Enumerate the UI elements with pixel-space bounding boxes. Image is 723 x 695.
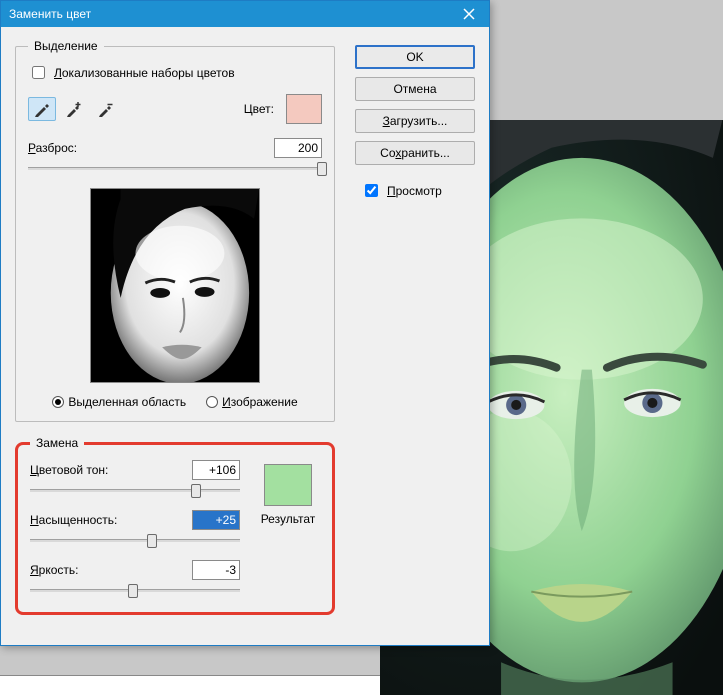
preview-label: Просмотр bbox=[387, 184, 442, 198]
radio-icon bbox=[206, 396, 218, 408]
localized-clusters-label: ЛЛокализованные наборы цветовокализованн… bbox=[54, 66, 235, 80]
selection-legend: Выделение bbox=[28, 39, 104, 53]
localized-clusters-checkbox[interactable]: ЛЛокализованные наборы цветовокализованн… bbox=[28, 63, 322, 82]
eyedropper-icon bbox=[33, 100, 51, 118]
radio-icon bbox=[52, 396, 64, 408]
close-icon bbox=[463, 8, 475, 20]
preview-checkbox[interactable]: Просмотр bbox=[355, 181, 475, 200]
color-label: Цвет: bbox=[244, 102, 274, 116]
fuzziness-input[interactable] bbox=[274, 138, 322, 158]
saturation-label: Насыщенность: bbox=[30, 513, 117, 527]
saturation-slider[interactable] bbox=[30, 532, 240, 550]
replacement-group: Замена Цветовой тон: bbox=[15, 436, 335, 615]
slider-thumb[interactable] bbox=[128, 584, 138, 598]
selection-preview bbox=[90, 188, 260, 383]
lightness-slider[interactable] bbox=[30, 582, 240, 600]
radio-image[interactable]: Изображение bbox=[206, 395, 298, 409]
hue-label: Цветовой тон: bbox=[30, 463, 108, 477]
replacement-legend: Замена bbox=[30, 436, 84, 450]
close-button[interactable] bbox=[449, 1, 489, 27]
hue-input[interactable] bbox=[192, 460, 240, 480]
fuzziness-slider[interactable] bbox=[28, 160, 322, 178]
lightness-input[interactable] bbox=[192, 560, 240, 580]
replace-color-dialog: Заменить цвет Выделение ЛЛокализованные … bbox=[0, 0, 490, 646]
localized-clusters-input[interactable] bbox=[32, 66, 45, 79]
ok-button[interactable]: OK bbox=[355, 45, 475, 69]
load-button[interactable]: Загрузить... bbox=[355, 109, 475, 133]
slider-thumb[interactable] bbox=[317, 162, 327, 176]
dialog-title: Заменить цвет bbox=[9, 7, 91, 21]
cancel-label: Отмена bbox=[393, 82, 436, 96]
lightness-label: Яркость: bbox=[30, 563, 79, 577]
cancel-button[interactable]: Отмена bbox=[355, 77, 475, 101]
radio-image-label: Изображение bbox=[222, 395, 298, 409]
eyedropper-subtract-tool[interactable] bbox=[92, 97, 120, 121]
slider-thumb[interactable] bbox=[147, 534, 157, 548]
preview-checkbox-input[interactable] bbox=[365, 184, 378, 197]
saturation-input[interactable] bbox=[192, 510, 240, 530]
eyedropper-tool[interactable] bbox=[28, 97, 56, 121]
load-label: Загрузить... bbox=[383, 114, 448, 128]
color-swatch[interactable] bbox=[286, 94, 322, 124]
ruler bbox=[0, 675, 380, 695]
titlebar[interactable]: Заменить цвет bbox=[1, 1, 489, 27]
eyedropper-add-tool[interactable] bbox=[60, 97, 88, 121]
radio-selection-label: Выделенная область bbox=[68, 395, 186, 409]
save-button[interactable]: Сохранить... bbox=[355, 141, 475, 165]
hue-slider[interactable] bbox=[30, 482, 240, 500]
selection-group: Выделение ЛЛокализованные наборы цветово… bbox=[15, 39, 335, 422]
slider-thumb[interactable] bbox=[191, 484, 201, 498]
result-label: Результат bbox=[261, 512, 316, 526]
save-label: Сохранить... bbox=[380, 146, 450, 160]
eyedropper-minus-icon bbox=[97, 100, 115, 118]
eyedropper-plus-icon bbox=[65, 100, 83, 118]
ok-label: OK bbox=[406, 50, 423, 64]
result-swatch[interactable] bbox=[264, 464, 312, 506]
fuzziness-label: Разброс: bbox=[28, 141, 77, 155]
radio-selection[interactable]: Выделенная область bbox=[52, 395, 186, 409]
